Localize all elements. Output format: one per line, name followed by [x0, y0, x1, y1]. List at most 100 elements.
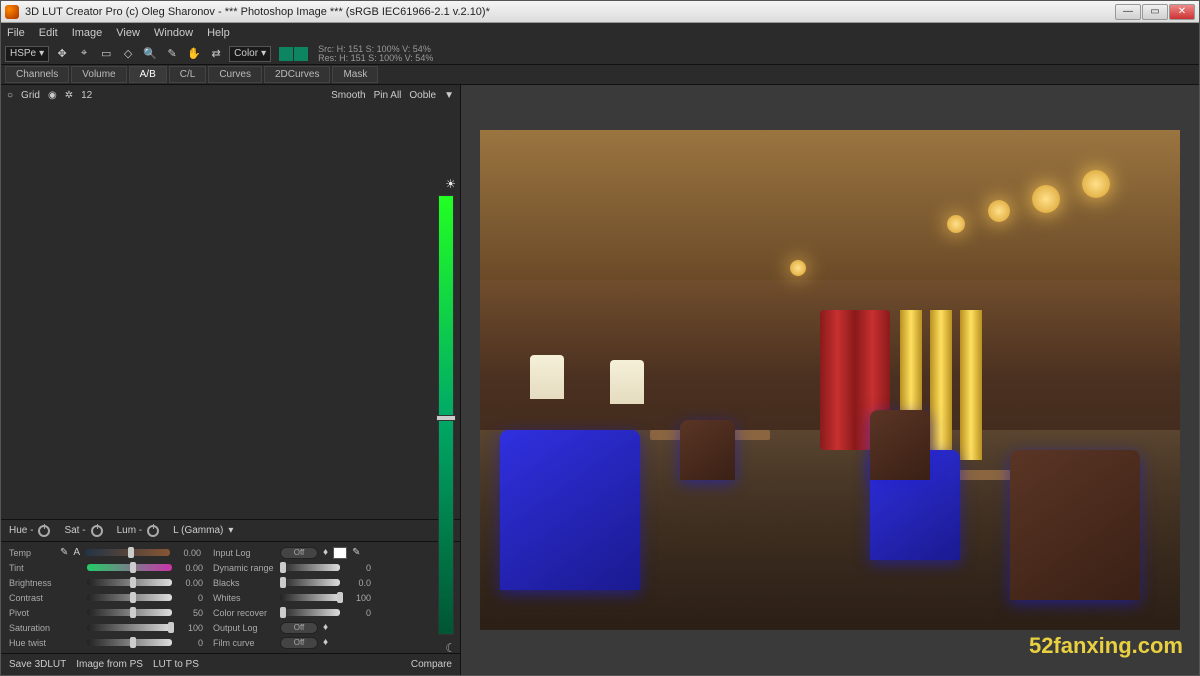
lum-knob[interactable]: [147, 525, 159, 537]
filmcurve-value[interactable]: Off: [280, 637, 318, 649]
compare-button[interactable]: Compare: [411, 659, 452, 670]
image-from-ps-button[interactable]: Image from PS: [76, 659, 143, 670]
tab-mask[interactable]: Mask: [332, 66, 378, 83]
tool-lasso-icon[interactable]: ◇: [119, 45, 137, 63]
saturation-slider[interactable]: [87, 624, 172, 631]
huetwist-label: Hue twist: [9, 638, 55, 648]
titlebar: 3D LUT Creator Pro (c) Oleg Sharonov - *…: [1, 1, 1199, 23]
tab-2dcurves[interactable]: 2DCurves: [264, 66, 330, 83]
huetwist-slider[interactable]: [87, 639, 172, 646]
maximize-button[interactable]: ▭: [1142, 4, 1168, 20]
whites-value[interactable]: 100: [345, 593, 371, 603]
swatch-1[interactable]: [279, 47, 293, 61]
temp-slider[interactable]: [85, 549, 170, 556]
grid-target-icon[interactable]: ◉: [48, 90, 57, 101]
filmcurve-label: Film curve: [213, 638, 275, 648]
tab-cl[interactable]: C/L: [169, 66, 207, 83]
close-button[interactable]: ✕: [1169, 4, 1195, 20]
brightness-value[interactable]: 0.00: [177, 578, 203, 588]
menu-edit[interactable]: Edit: [39, 27, 58, 39]
color-mode[interactable]: Color▾: [229, 46, 271, 62]
stepper-icon[interactable]: ♦: [323, 637, 328, 648]
saturation-label: Saturation: [9, 623, 55, 633]
tool-flip-icon[interactable]: ⇄: [207, 45, 225, 63]
save-3dlut-button[interactable]: Save 3DLUT: [9, 659, 66, 670]
hue-knob[interactable]: [38, 525, 50, 537]
auto-icon[interactable]: A: [73, 547, 80, 558]
grid-options-bar: ○ Grid ◉ ✲ 12 Smooth Pin All Ooble ▼: [1, 85, 460, 105]
saturation-value[interactable]: 100: [177, 623, 203, 633]
minimize-button[interactable]: —: [1115, 4, 1141, 20]
pivot-slider[interactable]: [87, 609, 172, 616]
tint-slider[interactable]: [87, 564, 172, 571]
stepper-icon[interactable]: ♦: [323, 547, 328, 558]
chevron-down-icon[interactable]: ▾: [228, 525, 233, 536]
tab-volume[interactable]: Volume: [71, 66, 126, 83]
contrast-value[interactable]: 0: [177, 593, 203, 603]
colorrec-slider[interactable]: [280, 609, 340, 616]
radio-off[interactable]: ○: [7, 90, 13, 101]
chevron-down-icon[interactable]: ▼: [444, 90, 454, 101]
grid-label: Grid: [21, 90, 40, 101]
white-swatch[interactable]: [333, 547, 347, 559]
outputlog-value[interactable]: Off: [280, 622, 318, 634]
tool-eyedropper-icon[interactable]: ✎: [163, 45, 181, 63]
lum-label: Lum -: [117, 525, 143, 536]
menu-window[interactable]: Window: [154, 27, 193, 39]
brightness-slider[interactable]: [87, 579, 172, 586]
inputlog-label: Input Log: [213, 548, 275, 558]
main-body: ○ Grid ◉ ✲ 12 Smooth Pin All Ooble ▼: [1, 85, 1199, 675]
sat-label: Sat -: [64, 525, 85, 536]
colorrec-value[interactable]: 0: [345, 608, 371, 618]
smooth-label[interactable]: Smooth: [331, 90, 365, 101]
watermark: 52fanxing.com: [1029, 633, 1183, 659]
hue-label: Hue -: [9, 525, 33, 536]
sat-knob[interactable]: [91, 525, 103, 537]
hsl-controls: Hue - Sat - Lum - L (Gamma) ▾: [1, 519, 460, 541]
menu-view[interactable]: View: [116, 27, 140, 39]
menu-image[interactable]: Image: [72, 27, 103, 39]
preview-image[interactable]: [480, 130, 1180, 630]
contrast-slider[interactable]: [87, 594, 172, 601]
grid-count[interactable]: 12: [81, 90, 92, 101]
menu-help[interactable]: Help: [207, 27, 230, 39]
tool-rect-icon[interactable]: ▭: [97, 45, 115, 63]
stepper-icon[interactable]: ♦: [323, 622, 328, 633]
tool-hand-icon[interactable]: ✋: [185, 45, 203, 63]
tab-channels[interactable]: Channels: [5, 66, 69, 83]
outputlog-label: Output Log: [213, 623, 275, 633]
app-window: 3D LUT Creator Pro (c) Oleg Sharonov - *…: [0, 0, 1200, 676]
pinall-label[interactable]: Pin All: [374, 90, 402, 101]
dynrange-value[interactable]: 0: [345, 563, 371, 573]
tint-value[interactable]: 0.00: [177, 563, 203, 573]
mode-select[interactable]: HSPe▾: [5, 46, 49, 62]
tab-ab[interactable]: A/B: [129, 66, 167, 83]
temp-value[interactable]: 0.00: [175, 548, 201, 558]
tool-move-icon[interactable]: ✥: [53, 45, 71, 63]
inputlog-value[interactable]: Off: [280, 547, 318, 559]
tab-curves[interactable]: Curves: [208, 66, 262, 83]
lgamma-label: L (Gamma): [173, 525, 223, 536]
menu-file[interactable]: File: [7, 27, 25, 39]
dynrange-slider[interactable]: [280, 564, 340, 571]
hsv-readout: Src: H: 151 S: 100% V: 54% Res: H: 151 S…: [312, 45, 433, 63]
huetwist-value[interactable]: 0: [177, 638, 203, 648]
tool-zoom-icon[interactable]: 🔍: [141, 45, 159, 63]
blacks-slider[interactable]: [280, 579, 340, 586]
chevron-down-icon: ▾: [261, 48, 266, 59]
window-controls: — ▭ ✕: [1115, 4, 1195, 20]
chevron-down-icon: ▾: [39, 48, 44, 59]
blacks-value[interactable]: 0.0: [345, 578, 371, 588]
eyedropper-icon[interactable]: ✎: [352, 547, 360, 558]
pivot-value[interactable]: 50: [177, 608, 203, 618]
left-panel: ○ Grid ◉ ✲ 12 Smooth Pin All Ooble ▼: [1, 85, 461, 675]
eyedropper-icon[interactable]: ✎: [60, 547, 68, 558]
tool-snap-icon[interactable]: ⌖: [75, 45, 93, 63]
whites-slider[interactable]: [280, 594, 340, 601]
grid-gear-icon[interactable]: ✲: [65, 90, 73, 101]
sun-icon: ☀: [445, 177, 456, 191]
ooble-label[interactable]: Ooble: [409, 90, 436, 101]
swatch-2[interactable]: [294, 47, 308, 61]
luminance-slider[interactable]: [438, 195, 454, 635]
lut-to-ps-button[interactable]: LUT to PS: [153, 659, 199, 670]
